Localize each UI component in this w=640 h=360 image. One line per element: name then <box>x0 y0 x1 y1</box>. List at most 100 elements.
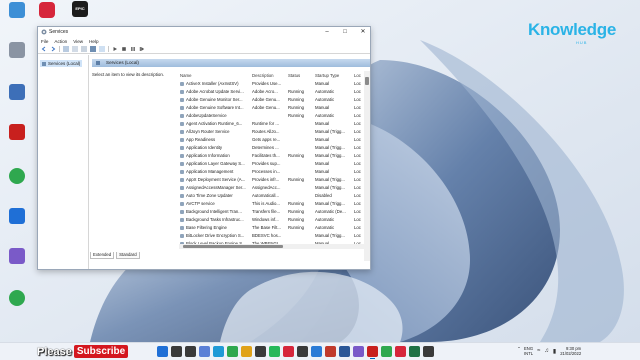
tab-extended[interactable]: Extended <box>90 252 115 259</box>
table-row[interactable]: Application Management Processes in... Man… <box>179 168 372 176</box>
table-row[interactable]: Application Identity Determines ... Manual… <box>179 144 372 152</box>
monitor-icon <box>9 2 25 18</box>
restart-service-icon[interactable] <box>139 46 145 52</box>
taskbar-app-icon[interactable] <box>423 346 434 357</box>
menu-file[interactable]: File <box>41 38 48 45</box>
table-row[interactable]: Base Filtering Engine The Base Filt... Run… <box>179 224 372 232</box>
show-hide-tree-icon[interactable] <box>63 46 69 52</box>
taskbar-app-icon[interactable] <box>325 346 336 357</box>
tree-node-services-local[interactable]: Services (Local) <box>40 60 83 67</box>
taskbar-app-icon[interactable] <box>185 346 196 357</box>
service-status: Running <box>288 217 305 222</box>
service-description: Adobe Genu... <box>252 97 280 102</box>
clock[interactable]: 9:30 pm 21/02/2022 <box>560 346 581 356</box>
minimize-button[interactable]: – <box>318 27 336 38</box>
column-name[interactable]: Name <box>179 72 252 80</box>
start-service-icon[interactable] <box>112 46 118 52</box>
menu-view[interactable]: View <box>73 38 83 45</box>
table-row[interactable]: Auto Time Zone Updater Automaticall... Dis… <box>179 192 372 200</box>
table-row[interactable]: Background Tasks Infrastruc... Windows in… <box>179 216 372 224</box>
maximize-button[interactable]: □ <box>336 27 354 38</box>
table-row[interactable]: Application Layer Gateway S... Provides s… <box>179 160 372 168</box>
chevron-up-icon[interactable]: ˆ <box>518 348 520 354</box>
table-row[interactable]: App Readiness Gets apps re... Manual Loc <box>179 136 372 144</box>
column-description[interactable]: Description <box>252 72 288 80</box>
taskbar-app-icon[interactable] <box>269 346 280 357</box>
table-row[interactable]: Application Information Facilitates th...… <box>179 152 372 160</box>
desktop-icon-2[interactable] <box>0 42 34 59</box>
service-startup-type: Manual <box>315 137 330 142</box>
taskbar-app-icon[interactable] <box>311 346 322 357</box>
forward-icon[interactable] <box>50 46 56 52</box>
taskbar-app-icon[interactable] <box>395 346 406 357</box>
service-gear-icon <box>180 154 184 158</box>
service-startup-type: Automatic <box>315 225 335 230</box>
search-icon[interactable] <box>171 346 182 357</box>
back-icon[interactable] <box>41 46 47 52</box>
desktop-icon-7[interactable] <box>0 248 34 265</box>
taskbar-app-icon[interactable] <box>283 346 294 357</box>
table-row[interactable]: AdobeUpdateService Running Automatic Loc <box>179 112 372 120</box>
taskbar-app-icon[interactable] <box>213 346 224 357</box>
taskbar-app-icon[interactable] <box>241 346 252 357</box>
desktop-icon-6[interactable] <box>0 208 34 225</box>
table-row[interactable]: AVCTP service This is Audio... Running Manu… <box>179 200 372 208</box>
export-list-icon[interactable] <box>99 46 105 52</box>
taskbar-app-icon[interactable] <box>297 346 308 357</box>
start-button-icon[interactable] <box>157 346 168 357</box>
close-button[interactable]: ✕ <box>354 27 372 38</box>
menu-help[interactable]: Help <box>89 38 98 45</box>
table-row[interactable]: Adobe Acrobat Update Servi... Adobe Acro.… <box>179 88 372 96</box>
wifi-icon[interactable]: ≈ <box>537 348 540 354</box>
table-row[interactable]: BitLocker Drive Encryption S... BDESVC ho… <box>179 232 372 240</box>
column-startup-type[interactable]: Startup Type <box>315 72 354 80</box>
vertical-scrollbar[interactable] <box>364 71 370 261</box>
taskbar-app-icon[interactable] <box>255 346 266 357</box>
taskbar-app-icon[interactable] <box>353 346 364 357</box>
taskbar-app-icon[interactable] <box>199 346 210 357</box>
table-row[interactable]: AllJoyn Router Service Routes AllJo... Man… <box>179 128 372 136</box>
services-table[interactable]: Name Description Status Startup Type Loc… <box>179 72 372 248</box>
scroll-thumb[interactable] <box>183 245 283 248</box>
pause-service-icon[interactable] <box>130 46 136 52</box>
refresh-icon[interactable] <box>81 46 87 52</box>
taskbar-app-icon[interactable] <box>367 346 378 359</box>
desktop-icon-epic[interactable]: EPIC <box>63 1 97 17</box>
tab-standard[interactable]: Standard <box>116 252 140 259</box>
table-row[interactable]: Background Intelligent Tran... Transfers … <box>179 208 372 216</box>
service-gear-icon <box>180 146 184 150</box>
table-row[interactable]: Agent Activation Runtime_6... Runtime for… <box>179 120 372 128</box>
desktop-icon-1[interactable] <box>0 2 34 19</box>
scroll-thumb[interactable] <box>365 77 369 85</box>
properties-icon[interactable] <box>72 46 78 52</box>
service-startup-type: Manual <box>315 121 330 126</box>
service-gear-icon <box>180 218 184 222</box>
desktop-icon-8[interactable] <box>0 290 34 307</box>
taskbar-app-icon[interactable] <box>409 346 420 357</box>
language-indicator[interactable]: ENG INTL <box>524 346 533 356</box>
desktop-icon-5[interactable] <box>0 168 34 185</box>
desktop-icon-top-1[interactable] <box>30 2 64 18</box>
services-window[interactable]: Services – □ ✕ File Action View Help Ser… <box>37 26 371 270</box>
table-row[interactable]: AssignedAccessManager Ser... AssignedAcc.… <box>179 184 372 192</box>
desktop-icon-3[interactable] <box>0 84 34 101</box>
stop-service-icon[interactable] <box>121 46 127 52</box>
service-startup-type: Automatic <box>315 97 335 102</box>
service-gear-icon <box>180 114 184 118</box>
service-gear-icon <box>180 82 184 86</box>
taskbar-app-icon[interactable] <box>381 346 392 357</box>
taskbar-app-icon[interactable] <box>227 346 238 357</box>
table-row[interactable]: AppX Deployment Service (A... Provides in… <box>179 176 372 184</box>
volume-icon[interactable]: ♫ <box>544 348 549 354</box>
column-status[interactable]: Status <box>288 72 315 80</box>
table-row[interactable]: ActiveX Installer (AxInstSV) Provides Use… <box>179 80 372 88</box>
taskbar-app-icon[interactable] <box>339 346 350 357</box>
battery-icon[interactable]: ▮ <box>553 348 556 355</box>
desktop-icon-4[interactable] <box>0 124 34 141</box>
table-row[interactable]: Adobe Genuine Monitor Ser... Adobe Genu..… <box>179 96 372 104</box>
menu-action[interactable]: Action <box>54 38 67 45</box>
horizontal-scrollbar[interactable] <box>179 244 364 249</box>
title-bar[interactable]: Services – □ ✕ <box>38 27 370 38</box>
help-icon[interactable] <box>90 46 96 52</box>
table-row[interactable]: Adobe Genuine Software Int... Adobe Genu.… <box>179 104 372 112</box>
